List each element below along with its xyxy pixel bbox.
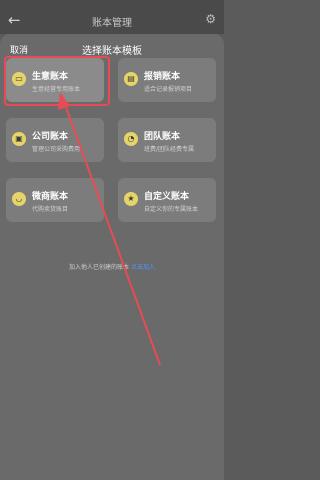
card-subtitle: 自定义你的专属账本 xyxy=(144,206,199,213)
join-ledger-prompt: 加入他人已创建的账本 点击加入 xyxy=(0,262,224,271)
bag-icon: ▣ xyxy=(12,132,26,146)
join-link[interactable]: 点击加入 xyxy=(131,264,155,271)
card-title: 团队账本 xyxy=(144,132,181,142)
star-icon: ★ xyxy=(124,192,138,206)
template-card-team[interactable]: ◔ 团队账本 班费/团队经费专属 xyxy=(118,118,216,162)
template-sheet: 取消 选择账本模板 ▭ 生意账本 生意经营专用账本 ▤ 报销账本 适合记录报销项… xyxy=(0,34,224,480)
receipt-icon: ▤ xyxy=(124,72,138,86)
page-title: 账本管理 xyxy=(92,18,132,29)
sheet-title: 选择账本模板 xyxy=(82,46,142,57)
card-subtitle: 代购卖货账目 xyxy=(32,206,69,213)
highlight-box xyxy=(4,56,110,106)
template-card-reimbursement[interactable]: ▤ 报销账本 适合记录报销项目 xyxy=(118,58,216,102)
app-bar: ← 账本管理 ⚙ xyxy=(0,8,224,34)
template-card-custom[interactable]: ★ 自定义账本 自定义你的专属账本 xyxy=(118,178,216,222)
template-card-company[interactable]: ▣ 公司账本 管理公司采购费用 xyxy=(6,118,104,162)
card-title: 公司账本 xyxy=(32,132,69,142)
status-bar xyxy=(0,0,224,8)
card-subtitle: 适合记录报销项目 xyxy=(144,86,193,93)
join-text: 加入他人已创建的账本 xyxy=(69,264,130,271)
card-subtitle: 班费/团队经费专属 xyxy=(144,146,195,153)
card-title: 报销账本 xyxy=(144,72,181,82)
chat-icon: ◡ xyxy=(12,192,26,206)
card-subtitle: 管理公司采购费用 xyxy=(32,146,81,153)
team-icon: ◔ xyxy=(124,132,138,146)
gear-icon[interactable]: ⚙ xyxy=(205,12,216,26)
card-title: 微商账本 xyxy=(32,192,69,202)
template-card-wechat-business[interactable]: ◡ 微商账本 代购卖货账目 xyxy=(6,178,104,222)
card-title: 自定义账本 xyxy=(144,192,190,202)
